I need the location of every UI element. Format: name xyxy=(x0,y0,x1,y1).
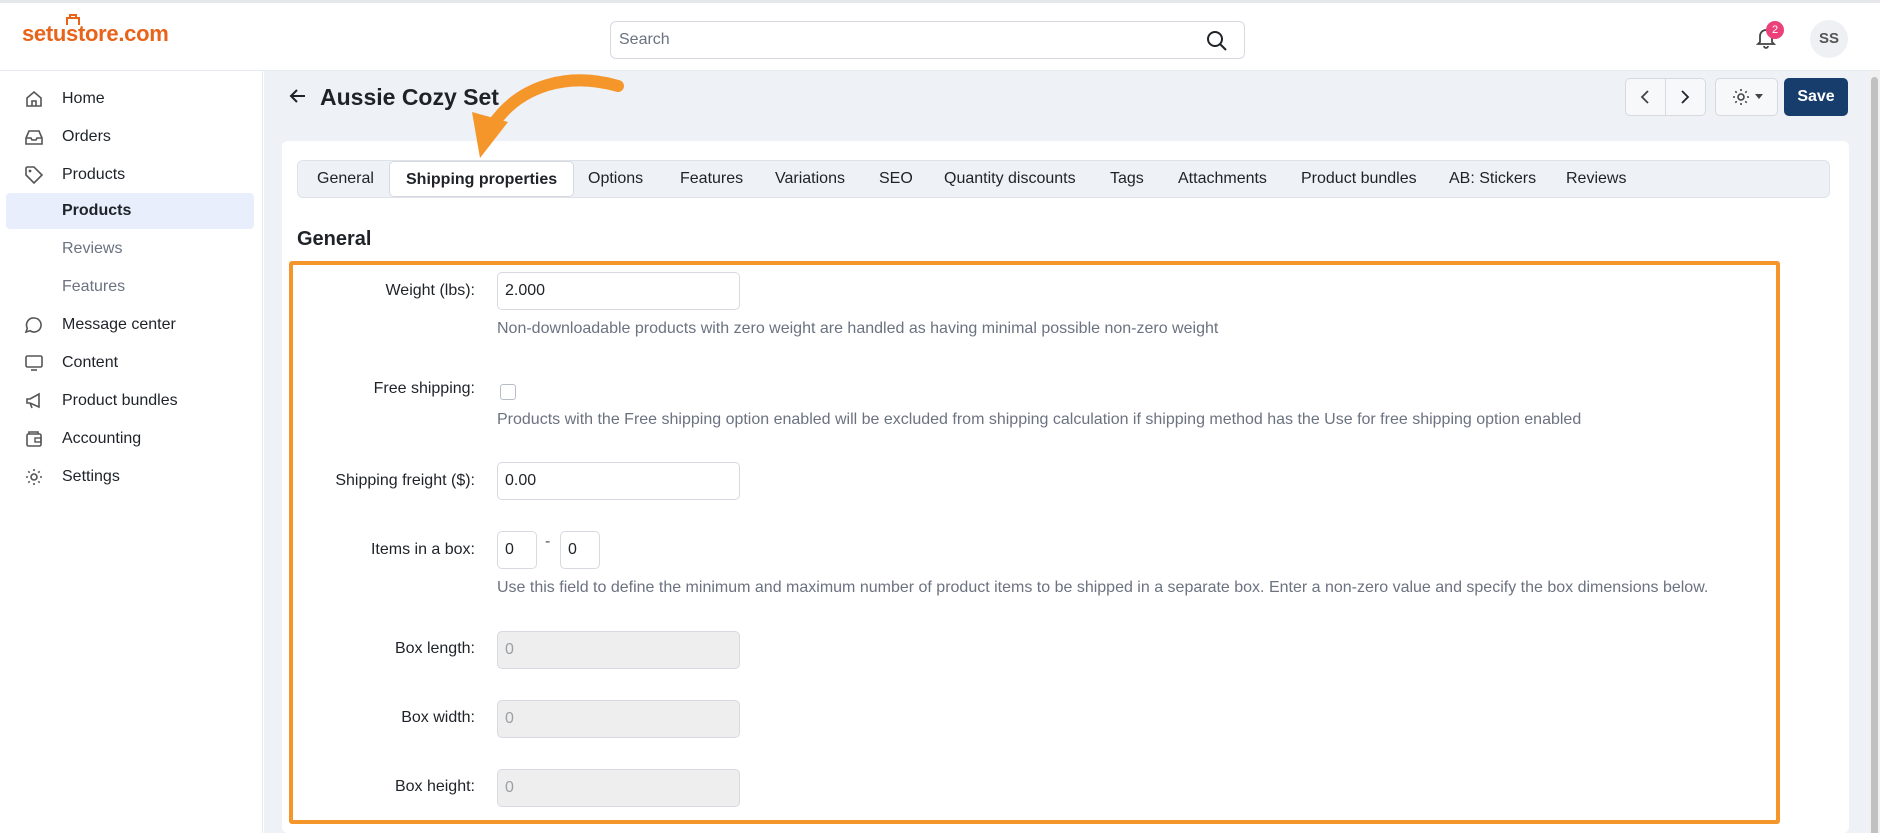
sidebar-item-label: Settings xyxy=(62,468,120,485)
tab-reviews[interactable]: Reviews xyxy=(1566,161,1626,197)
logo[interactable]: setustore.com xyxy=(22,14,169,47)
sidebar-item-content[interactable]: Content xyxy=(6,345,254,381)
sidebar-item-label: Accounting xyxy=(62,430,142,447)
tab-product-bundles[interactable]: Product bundles xyxy=(1301,161,1417,197)
free-shipping-help-text: Products with the Free shipping option e… xyxy=(497,411,1582,428)
box-height-field[interactable] xyxy=(497,769,740,807)
save-button[interactable]: Save xyxy=(1784,78,1848,116)
sidebar-item-message-center[interactable]: Message center xyxy=(6,307,254,343)
logo-text: setustore.com xyxy=(22,21,169,46)
annotation-arrow-icon xyxy=(472,74,624,158)
sidebar-item-label: Message center xyxy=(62,316,176,333)
tab-tags[interactable]: Tags xyxy=(1110,161,1144,197)
sidebar-item-label: Orders xyxy=(62,128,111,145)
tab-seo[interactable]: SEO xyxy=(879,161,913,197)
weight-label: Weight (lbs): xyxy=(385,282,475,299)
search-input[interactable] xyxy=(611,22,1171,58)
box-length-field[interactable] xyxy=(497,631,740,669)
sidebar-item-product-bundles[interactable]: Product bundles xyxy=(6,383,254,419)
tab-quantity-discounts[interactable]: Quantity discounts xyxy=(944,161,1076,197)
sidebar: Home Orders Products Products Reviews Fe… xyxy=(0,71,263,833)
megaphone-icon xyxy=(26,392,40,409)
tag-icon xyxy=(25,166,44,185)
sidebar-item-home[interactable]: Home xyxy=(6,81,254,117)
box-width-field[interactable] xyxy=(497,700,740,738)
avatar[interactable]: SS xyxy=(1810,20,1848,58)
settings-dropdown-button[interactable] xyxy=(1715,78,1778,116)
back-arrow-icon[interactable] xyxy=(288,86,308,106)
box-length-label: Box length: xyxy=(394,640,475,657)
pager xyxy=(1625,78,1706,116)
sidebar-item-label: Home xyxy=(62,90,105,107)
gear-icon xyxy=(1732,89,1749,105)
inbox-icon xyxy=(25,130,43,145)
scrollbar[interactable] xyxy=(1868,71,1880,833)
monitor-icon xyxy=(25,355,43,371)
box-height-label: Box height: xyxy=(394,778,475,795)
tab-ab-stickers[interactable]: AB: Stickers xyxy=(1449,161,1536,197)
weight-field[interactable] xyxy=(497,272,740,310)
tab-options[interactable]: Options xyxy=(588,161,643,197)
tab-attachments[interactable]: Attachments xyxy=(1178,161,1267,197)
sidebar-item-label: Product bundles xyxy=(62,392,178,409)
shipping-freight-field[interactable] xyxy=(497,462,740,500)
sidebar-item-label: Products xyxy=(62,166,126,183)
wallet-icon xyxy=(26,431,42,447)
search-box[interactable] xyxy=(610,21,1245,59)
section-title: General xyxy=(297,228,372,250)
sidebar-subitem-features[interactable]: Features xyxy=(6,269,254,305)
home-icon xyxy=(26,90,42,107)
tab-features[interactable]: Features xyxy=(680,161,743,197)
free-shipping-label: Free shipping: xyxy=(373,380,475,397)
sidebar-item-label: Content xyxy=(62,354,119,371)
search-icon[interactable] xyxy=(1206,30,1228,52)
items-in-box-help-text: Use this field to define the minimum and… xyxy=(497,579,1709,596)
shopping-bag-icon xyxy=(66,14,80,25)
scrollbar-thumb[interactable] xyxy=(1871,77,1878,833)
tab-bar: General Shipping properties Options Feat… xyxy=(297,160,1830,198)
chat-icon xyxy=(24,317,42,334)
items-in-box-label: Items in a box: xyxy=(370,541,475,558)
sidebar-item-products[interactable]: Products xyxy=(6,157,254,193)
sidebar-item-label: Products xyxy=(62,202,132,219)
items-in-box-min-field[interactable] xyxy=(497,531,537,569)
top-bar: setustore.com 2 SS xyxy=(0,0,1880,71)
sidebar-subitem-reviews[interactable]: Reviews xyxy=(6,231,254,267)
chevron-right-icon xyxy=(1681,90,1690,104)
next-button[interactable] xyxy=(1666,79,1706,115)
free-shipping-checkbox[interactable] xyxy=(500,384,516,400)
tab-shipping-properties[interactable]: Shipping properties xyxy=(389,161,575,197)
items-in-box-max-field[interactable] xyxy=(560,531,600,569)
range-separator: - xyxy=(545,533,551,550)
weight-help-text: Non-downloadable products with zero weig… xyxy=(497,320,1219,337)
sidebar-item-label: Reviews xyxy=(62,240,123,257)
sidebar-item-orders[interactable]: Orders xyxy=(6,119,254,155)
sidebar-item-label: Features xyxy=(62,278,126,295)
sidebar-item-accounting[interactable]: Accounting xyxy=(6,421,254,457)
shipping-freight-label: Shipping freight ($): xyxy=(335,472,475,489)
caret-down-icon xyxy=(1754,94,1763,99)
sidebar-item-settings[interactable]: Settings xyxy=(6,459,254,495)
gear-icon xyxy=(26,469,42,485)
box-width-label: Box width: xyxy=(401,709,475,726)
notification-badge: 2 xyxy=(1766,21,1784,39)
tab-general[interactable]: General xyxy=(317,161,374,197)
chevron-left-icon xyxy=(1640,90,1649,104)
sidebar-subitem-products[interactable]: Products xyxy=(6,193,254,229)
tab-variations[interactable]: Variations xyxy=(775,161,845,197)
previous-button[interactable] xyxy=(1626,79,1666,115)
